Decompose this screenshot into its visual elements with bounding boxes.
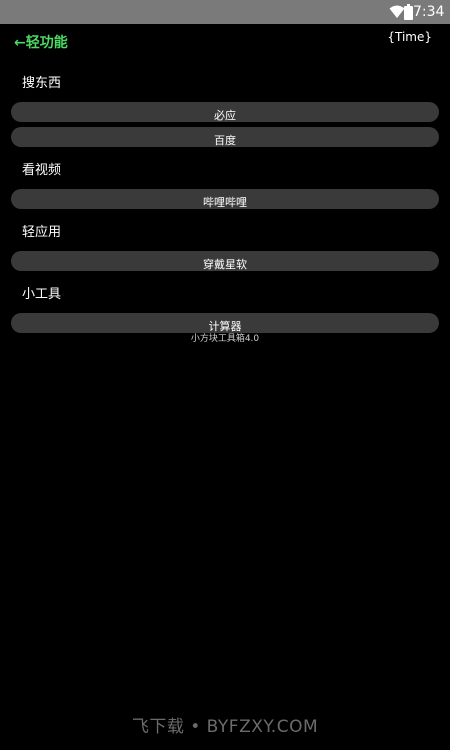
app-bar: ←轻功能 {Time} bbox=[0, 24, 450, 64]
time-placeholder: {Time} bbox=[387, 30, 432, 44]
status-time: 7:34 bbox=[413, 4, 445, 20]
back-label: ←轻功能 bbox=[14, 35, 68, 51]
calculator-button[interactable]: 计算器 bbox=[11, 313, 439, 333]
wearable-store-button[interactable]: 穿戴星软 bbox=[11, 251, 439, 271]
bilibili-button[interactable]: 哔哩哔哩 bbox=[11, 189, 439, 209]
status-bar: 7:34 bbox=[0, 0, 450, 24]
wifi-icon bbox=[389, 5, 405, 18]
back-button[interactable]: ←轻功能 bbox=[14, 34, 68, 52]
app-version-label: 小方块工具箱4.0 bbox=[190, 334, 260, 344]
watermark: 飞下载 • BYFZXY.COM bbox=[131, 717, 319, 737]
section-title-light-apps: 轻应用 bbox=[22, 225, 62, 240]
battery-icon bbox=[404, 4, 413, 20]
section-title-search: 搜东西 bbox=[22, 76, 62, 91]
bing-button[interactable]: 必应 bbox=[11, 102, 439, 122]
baidu-button[interactable]: 百度 bbox=[11, 127, 439, 147]
section-title-tools: 小工具 bbox=[22, 287, 62, 302]
section-title-video: 看视频 bbox=[22, 163, 62, 178]
